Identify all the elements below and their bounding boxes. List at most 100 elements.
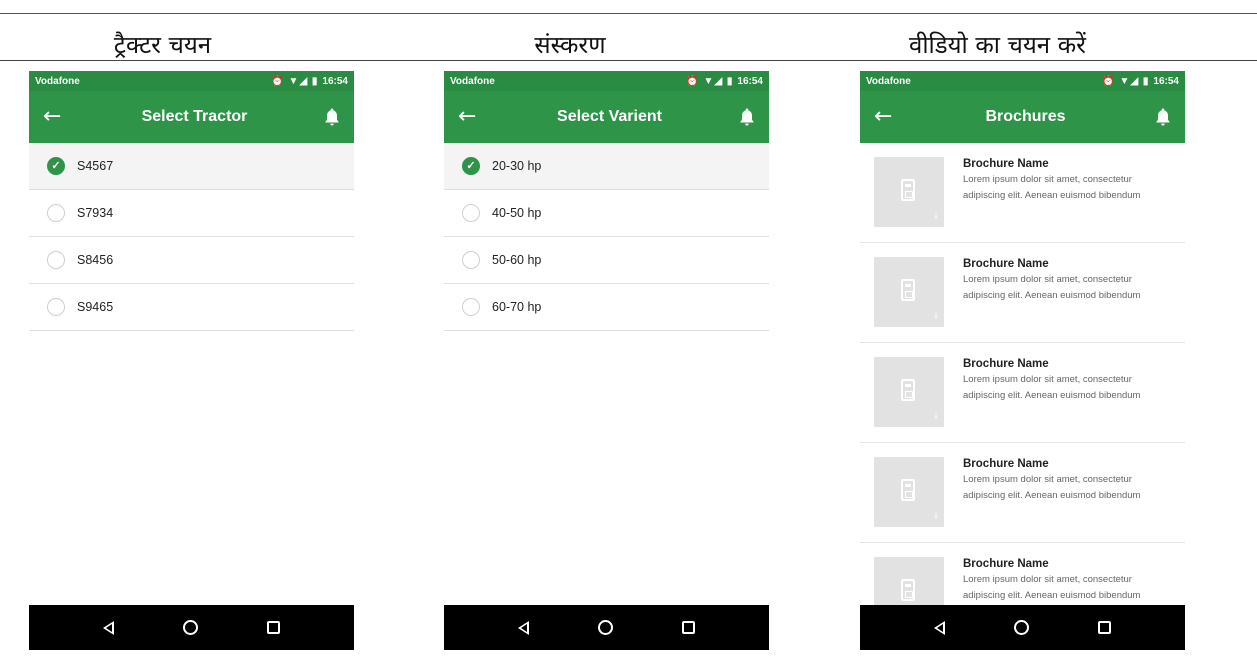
nav-recents-icon[interactable]: [266, 621, 280, 634]
bell-icon[interactable]: [737, 108, 757, 126]
brochure-thumbnail: ⤓: [874, 257, 944, 327]
list-item[interactable]: 40-50 hp: [444, 190, 769, 237]
download-icon[interactable]: ⤓: [934, 311, 938, 321]
radio-checked-icon[interactable]: ✓: [462, 157, 480, 175]
document-icon: [901, 279, 915, 301]
brochure-thumbnail: ⤓: [874, 357, 944, 427]
list-item-label: 40-50 hp: [492, 206, 542, 220]
list-item[interactable]: 50-60 hp: [444, 237, 769, 284]
page-title: Brochures: [985, 108, 1066, 125]
phone-brochures: Vodafone ⏰ ▼◢ ▮ 16:54 ← Brochures ⤓ Broc…: [860, 71, 1185, 650]
page-title: Select Tractor: [141, 108, 248, 125]
variant-list: ✓ 20-30 hp 40-50 hp 50-60 hp 60-70 hp: [444, 143, 769, 331]
arrow-left-icon[interactable]: ←: [43, 106, 67, 128]
brochure-list[interactable]: ⤓ Brochure Name Lorem ipsum dolor sit am…: [860, 143, 1185, 605]
system-nav-bar: [29, 605, 354, 650]
document-icon: [901, 579, 915, 601]
carrier-label: Vodafone: [35, 75, 80, 87]
clock-label: 16:54: [737, 75, 763, 87]
list-item[interactable]: S7934: [29, 190, 354, 237]
brochure-thumbnail: ⤓: [874, 157, 944, 227]
phone-select-tractor: Vodafone ⏰ ▼◢ ▮ 16:54 ← Select Tractor ✓…: [29, 71, 354, 650]
heading-divider: [0, 60, 1257, 61]
nav-back-icon[interactable]: [103, 620, 115, 635]
list-item-label: 20-30 hp: [492, 159, 542, 173]
brochure-description: Lorem ipsum dolor sit amet, consectetur …: [963, 274, 1141, 301]
clock-label: 16:54: [1153, 75, 1179, 87]
document-icon: [901, 479, 915, 501]
page-title: Select Varient: [557, 108, 662, 125]
brochure-name: Brochure Name: [963, 158, 1049, 170]
list-item[interactable]: S9465: [29, 284, 354, 331]
brochure-thumbnail: ⤓: [874, 557, 944, 605]
brochure-card[interactable]: ⤓ Brochure Name Lorem ipsum dolor sit am…: [860, 143, 1185, 243]
nav-home-icon[interactable]: [597, 620, 613, 635]
app-bar: ← Select Tractor: [29, 91, 354, 143]
radio-unchecked-icon[interactable]: [47, 251, 65, 269]
phone-select-variant: Vodafone ⏰ ▼◢ ▮ 16:54 ← Select Varient ✓…: [444, 71, 769, 650]
bell-icon[interactable]: [322, 108, 342, 126]
list-item[interactable]: ✓ 20-30 hp: [444, 143, 769, 190]
nav-recents-icon[interactable]: [681, 621, 695, 634]
status-icons: ⏰ ▼◢ ▮: [271, 75, 319, 87]
brochure-name: Brochure Name: [963, 558, 1049, 570]
system-nav-bar: [860, 605, 1185, 650]
arrow-left-icon[interactable]: ←: [874, 106, 898, 128]
list-item[interactable]: S8456: [29, 237, 354, 284]
brochure-card[interactable]: ⤓ Brochure Name Lorem ipsum dolor sit am…: [860, 243, 1185, 343]
brochure-description: Lorem ipsum dolor sit amet, consectetur …: [963, 374, 1141, 401]
document-icon: [901, 179, 915, 201]
radio-unchecked-icon[interactable]: [462, 204, 480, 222]
column-heading-variant: संस्करण: [534, 31, 606, 59]
radio-unchecked-icon[interactable]: [462, 251, 480, 269]
bell-icon[interactable]: [1153, 108, 1173, 126]
brochure-card[interactable]: ⤓ Brochure Name Lorem ipsum dolor sit am…: [860, 543, 1185, 605]
radio-unchecked-icon[interactable]: [47, 298, 65, 316]
document-icon: [901, 379, 915, 401]
nav-recents-icon[interactable]: [1097, 621, 1111, 634]
status-bar: Vodafone ⏰ ▼◢ ▮ 16:54: [860, 71, 1185, 91]
brochure-name: Brochure Name: [963, 358, 1049, 370]
nav-back-icon[interactable]: [934, 620, 946, 635]
nav-home-icon[interactable]: [182, 620, 198, 635]
radio-unchecked-icon[interactable]: [47, 204, 65, 222]
radio-checked-icon[interactable]: ✓: [47, 157, 65, 175]
brochure-description: Lorem ipsum dolor sit amet, consectetur …: [963, 574, 1141, 601]
list-item-label: S8456: [77, 253, 114, 267]
radio-unchecked-icon[interactable]: [462, 298, 480, 316]
carrier-label: Vodafone: [866, 75, 911, 87]
status-icons: ⏰ ▼◢ ▮: [686, 75, 734, 87]
tractor-list: ✓ S4567 S7934 S8456 S9465: [29, 143, 354, 331]
app-bar: ← Select Varient: [444, 91, 769, 143]
list-item-label: S7934: [77, 206, 114, 220]
download-icon[interactable]: ⤓: [934, 511, 938, 521]
list-item-label: 50-60 hp: [492, 253, 542, 267]
top-divider: [0, 13, 1257, 14]
status-icons: ⏰ ▼◢ ▮: [1102, 75, 1150, 87]
list-item-label: S9465: [77, 300, 114, 314]
brochure-description: Lorem ipsum dolor sit amet, consectetur …: [963, 474, 1141, 501]
column-heading-brochures: वीडियो का चयन करें: [908, 31, 1086, 59]
list-item[interactable]: ✓ S4567: [29, 143, 354, 190]
nav-back-icon[interactable]: [518, 620, 530, 635]
download-icon[interactable]: ⤓: [934, 411, 938, 421]
status-bar: Vodafone ⏰ ▼◢ ▮ 16:54: [444, 71, 769, 91]
brochure-card[interactable]: ⤓ Brochure Name Lorem ipsum dolor sit am…: [860, 343, 1185, 443]
brochure-thumbnail: ⤓: [874, 457, 944, 527]
app-bar: ← Brochures: [860, 91, 1185, 143]
carrier-label: Vodafone: [450, 75, 495, 87]
brochure-card[interactable]: ⤓ Brochure Name Lorem ipsum dolor sit am…: [860, 443, 1185, 543]
column-heading-tractor: ट्रैक्टर चयन: [113, 31, 212, 59]
system-nav-bar: [444, 605, 769, 650]
arrow-left-icon[interactable]: ←: [458, 106, 482, 128]
list-item[interactable]: 60-70 hp: [444, 284, 769, 331]
list-item-label: S4567: [77, 159, 114, 173]
brochure-name: Brochure Name: [963, 258, 1049, 270]
list-item-label: 60-70 hp: [492, 300, 542, 314]
nav-home-icon[interactable]: [1013, 620, 1029, 635]
brochure-name: Brochure Name: [963, 458, 1049, 470]
clock-label: 16:54: [322, 75, 348, 87]
status-bar: Vodafone ⏰ ▼◢ ▮ 16:54: [29, 71, 354, 91]
download-icon[interactable]: ⤓: [934, 211, 938, 221]
brochure-description: Lorem ipsum dolor sit amet, consectetur …: [963, 174, 1141, 201]
